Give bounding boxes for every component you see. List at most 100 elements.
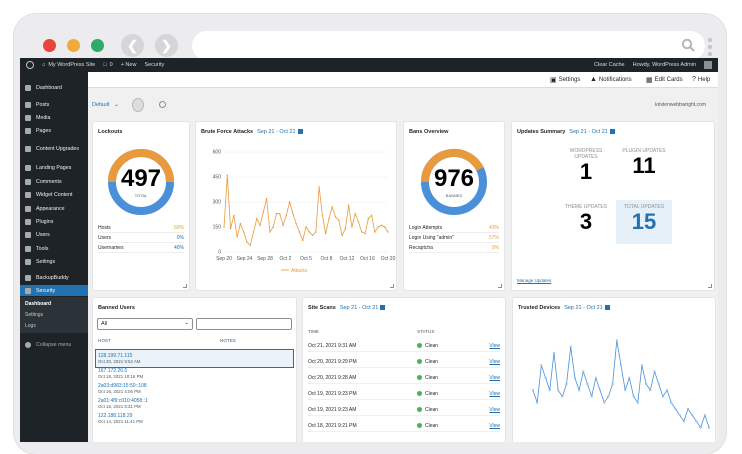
brute-force-card: Brute Force Attacks Sep 21 - Oct 21 600 45… (196, 122, 396, 290)
table-row[interactable]: 128.199.71.115 Oct 20, 2021 9:52 AM (98, 353, 140, 365)
data-point (288, 201, 291, 203)
resize-handle-icon[interactable] (183, 284, 187, 288)
data-point (691, 414, 694, 417)
bans-overview-card: Bans Overview 976 BANNED Login Attempts 4… (404, 122, 504, 290)
clear-cache-link[interactable]: Clear Cache (594, 62, 625, 68)
sidebar-item-tools[interactable]: Tools (20, 243, 88, 254)
calendar-icon[interactable] (609, 129, 615, 134)
sidebar-item-widget-content[interactable]: Widget Content (20, 189, 88, 200)
data-point (305, 226, 307, 228)
view-link[interactable]: View (489, 359, 500, 365)
admin-bar-security[interactable]: Security (144, 62, 164, 68)
admin-bar-new[interactable]: + New (121, 62, 137, 68)
admin-bar-comments[interactable]: □ 0 (103, 62, 112, 68)
resize-handle-icon[interactable] (498, 284, 502, 288)
data-point (632, 395, 635, 398)
sidebar-item-users[interactable]: Users (20, 229, 88, 240)
resize-handle-icon[interactable] (390, 284, 394, 288)
settings-icon (25, 258, 31, 265)
date-range-link[interactable]: Sep 21 - Oct 21 (569, 129, 608, 135)
sidebar-item-plugins[interactable]: Plugins (20, 216, 88, 227)
sidebar-item-dashboard[interactable]: Dashboard (20, 82, 88, 93)
view-link[interactable]: View (489, 375, 500, 381)
forward-arrow-icon[interactable]: ❯ (155, 34, 178, 57)
sidebar-item-label: BackupBuddy (36, 274, 69, 281)
wordpress-logo-icon[interactable] (26, 61, 34, 69)
minimize-dot-icon[interactable] (67, 39, 80, 52)
table-row[interactable]: 2a01:4f9:c010:4058::1 Oct 16, 2021 5:31 P… (98, 398, 148, 410)
howdy-link[interactable]: Howdy, WordPress Admin (633, 62, 696, 68)
maximize-dot-icon[interactable] (91, 39, 104, 52)
data-point (682, 420, 685, 423)
table-row[interactable]: 167.172.26.5 Oct 18, 2021 10:16 PM (98, 368, 143, 380)
view-selector[interactable]: Default (92, 102, 109, 108)
trusted-devices-chart (531, 339, 711, 429)
stat-value: 57% (488, 235, 499, 241)
updates-value: 11 (632, 153, 656, 178)
edit-cards-button[interactable]: ▦ Edit Cards (646, 76, 683, 84)
chevron-down-icon[interactable]: ⌄ (114, 101, 119, 108)
date-range-link[interactable]: Sep 21 - Oct 21 (340, 305, 379, 311)
data-point (603, 401, 606, 404)
theme-updates: THEME UPDATES 3 (558, 200, 614, 244)
notifications-button[interactable]: ▲ Notifications (590, 76, 632, 83)
calendar-icon[interactable] (604, 305, 610, 310)
avatar[interactable] (704, 61, 712, 69)
date-range-link[interactable]: Sep 21 - Oct 21 (564, 305, 603, 311)
close-dot-icon[interactable] (43, 39, 56, 52)
filter-select[interactable]: All ⌄ (97, 318, 193, 330)
data-point (344, 227, 347, 230)
data-point (298, 231, 301, 233)
status-dot-icon (417, 423, 422, 428)
x-tick-label: Oct 2 (280, 256, 292, 262)
dashboard-icon (25, 84, 31, 91)
data-point (338, 219, 340, 222)
sidebar-item-settings[interactable]: Settings (20, 256, 88, 267)
devices-line (532, 340, 710, 429)
sidebar-item-backupbuddy[interactable]: BackupBuddy (20, 272, 88, 283)
resize-handle-icon[interactable] (708, 284, 712, 288)
browser-menu-icon[interactable] (707, 38, 713, 56)
submenu-item-settings[interactable]: Settings (20, 312, 88, 318)
sidebar-item-security[interactable]: Security (20, 285, 88, 296)
comment-count: 0 (109, 62, 113, 68)
view-link[interactable]: View (489, 343, 500, 349)
table-row[interactable]: 2a03:d983:15:50::108 Oct 16, 2021 4:06 PM (98, 383, 147, 395)
sidebar-item-appearance[interactable]: Appearance (20, 203, 88, 214)
manage-updates-link[interactable]: Manage Updates (517, 278, 551, 283)
submenu-item-dashboard[interactable]: Dashboard (20, 301, 88, 307)
sidebar-item-comments[interactable]: Comments (20, 176, 88, 187)
x-tick-label: Oct 16 (360, 256, 375, 262)
search-input[interactable] (196, 318, 292, 330)
admin-bar-site[interactable]: ⌂ My WordPress Site (42, 62, 95, 68)
sidebar-item-content-upgrades[interactable]: Content Upgrades (20, 140, 88, 158)
x-tick-label: Oct 5 (300, 256, 312, 262)
date-range-link[interactable]: Sep 21 - Oct 21 (257, 129, 296, 135)
calendar-icon[interactable] (297, 129, 303, 134)
table-row: Oct 19, 2021 9:23 PM Clean View (308, 388, 500, 400)
table-row[interactable]: 122.188.118.29 Oct 14, 2021 11:41 PM (98, 413, 143, 425)
status-badge: Clean (417, 391, 438, 397)
address-bar[interactable] (192, 31, 705, 60)
view-link[interactable]: View (489, 407, 500, 413)
view-link[interactable]: View (489, 423, 500, 429)
collapse-menu-button[interactable]: Collapse menu (20, 340, 88, 350)
sidebar-item-media[interactable]: Media (20, 112, 88, 123)
help-button[interactable]: ? Help (692, 76, 710, 83)
total-updates: TOTAL UPDATES 15 (616, 200, 672, 244)
data-point (624, 389, 627, 392)
data-point (670, 401, 673, 404)
sidebar-item-pages[interactable]: Pages (20, 125, 88, 136)
back-arrow-icon[interactable]: ❮ (121, 34, 144, 57)
add-user-icon[interactable] (159, 101, 166, 108)
sidebar-item-posts[interactable]: Posts (20, 99, 88, 110)
search-icon[interactable] (681, 38, 695, 52)
submenu-item-logs[interactable]: Logs (20, 323, 88, 329)
calendar-icon[interactable] (380, 305, 386, 310)
user-avatar[interactable] (132, 98, 144, 112)
view-link[interactable]: View (489, 391, 500, 397)
data-point (367, 217, 370, 220)
sidebar-item-landing-pages[interactable]: Landing Pages (20, 162, 88, 173)
status-badge: Clean (417, 343, 438, 349)
settings-button[interactable]: ▣ Settings (550, 76, 580, 84)
